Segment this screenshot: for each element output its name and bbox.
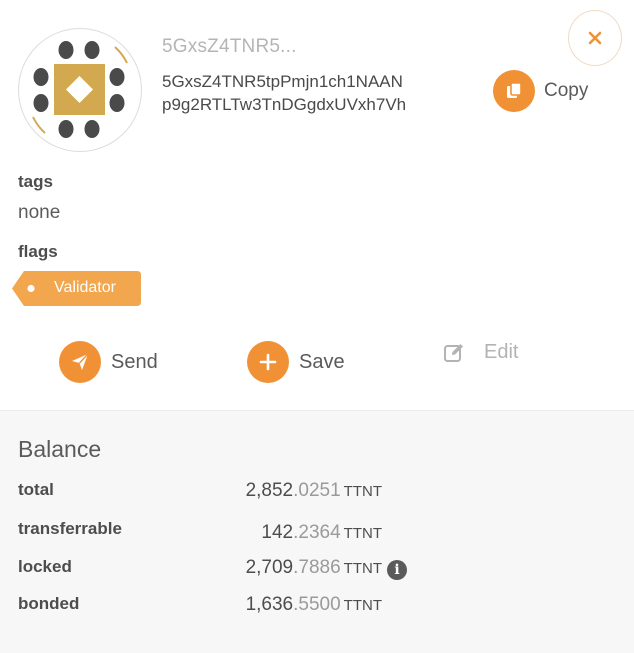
balance-value: 2,709.7886 TTNT (245, 557, 382, 578)
copy-button[interactable]: Copy (493, 70, 588, 112)
balance-key: locked (18, 557, 72, 576)
info-icon[interactable]: i (387, 560, 407, 580)
balance-key: bonded (18, 594, 80, 613)
balance-row-total: total 2,852.0251 TTNT (0, 480, 634, 504)
identicon-icon (32, 41, 128, 138)
balance-row-transferrable: transferrable 142.2364 TTNT (0, 519, 634, 543)
send-icon (59, 341, 101, 383)
balance-value: 142.2364 TTNT (261, 522, 382, 543)
flag-validator-tag: Validator (12, 271, 141, 306)
balance-key: total (18, 480, 54, 499)
save-button[interactable]: Save (247, 341, 345, 383)
balance-row-bonded: bonded 1,636.5500 TTNT (0, 594, 634, 618)
balance-value: 2,852.0251 TTNT (245, 480, 382, 501)
plus-icon (247, 341, 289, 383)
balance-title: Balance (18, 436, 102, 462)
copy-label: Copy (544, 80, 589, 101)
balance-value: 1,636.5500 TTNT (245, 594, 382, 615)
send-label: Send (111, 350, 158, 373)
balance-row-locked: locked 2,709.7886 TTNT i (0, 557, 634, 581)
flag-validator-label: Validator (54, 279, 116, 296)
account-identicon-avatar[interactable] (18, 28, 142, 152)
edit-button[interactable]: Edit (443, 341, 518, 364)
account-short-name: 5GxsZ4TNR5... (162, 36, 297, 57)
tags-label: tags (18, 172, 53, 191)
send-button[interactable]: Send (59, 341, 158, 383)
edit-icon (444, 343, 463, 362)
tags-value: none (18, 202, 61, 223)
close-button[interactable] (568, 10, 622, 66)
account-full-address: 5GxsZ4TNR5tpPmjn1ch1NAANp9g2RTLTw3TnDGgd… (162, 72, 407, 114)
flags-label: flags (18, 242, 58, 261)
close-icon (588, 31, 602, 45)
copy-icon (493, 70, 535, 112)
balance-key: transferrable (18, 519, 122, 538)
save-label: Save (299, 350, 345, 373)
edit-label: Edit (484, 341, 519, 363)
